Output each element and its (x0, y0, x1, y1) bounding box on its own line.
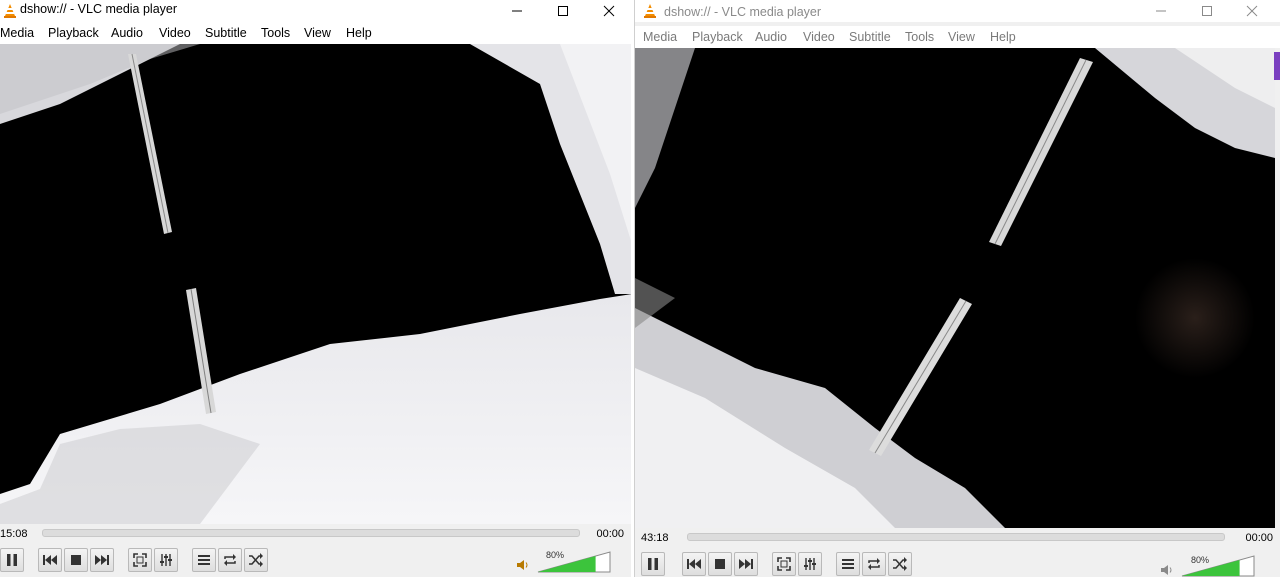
pause-icon (648, 558, 658, 570)
window-title: dshow:// - VLC media player (20, 2, 178, 16)
close-icon (603, 5, 615, 17)
next-button[interactable] (734, 552, 758, 576)
vlc-window-right: dshow:// - VLC media player Media Playba… (634, 0, 1280, 577)
next-button[interactable] (90, 548, 114, 572)
extended-settings-button[interactable] (798, 552, 822, 576)
loop-button[interactable] (218, 548, 242, 572)
previous-button[interactable] (38, 548, 62, 572)
menu-media[interactable]: Media (0, 26, 34, 40)
close-button[interactable] (1229, 0, 1275, 22)
menu-playback[interactable]: Playback (48, 26, 99, 40)
shuffle-icon (249, 553, 263, 567)
menu-audio[interactable]: Audio (755, 30, 787, 44)
fullscreen-button[interactable] (772, 552, 796, 576)
menu-media[interactable]: Media (643, 30, 677, 44)
menu-video[interactable]: Video (159, 26, 191, 40)
window-title: dshow:// - VLC media player (664, 5, 822, 19)
menu-bar: Media Playback Audio Video Subtitle Tool… (635, 26, 1280, 48)
menu-video[interactable]: Video (803, 30, 835, 44)
speaker-icon[interactable] (1160, 564, 1174, 576)
pause-button[interactable] (0, 548, 24, 572)
extended-settings-icon (160, 554, 172, 566)
menu-help[interactable]: Help (346, 26, 372, 40)
maximize-icon (558, 6, 568, 16)
volume-slider[interactable] (1181, 555, 1255, 577)
menu-help[interactable]: Help (990, 30, 1016, 44)
maximize-button[interactable] (540, 0, 586, 22)
previous-button[interactable] (682, 552, 706, 576)
remaining-time: 00:00 (596, 528, 624, 540)
speaker-icon[interactable] (516, 559, 530, 571)
maximize-icon (1202, 6, 1212, 16)
title-bar[interactable]: dshow:// - VLC media player (0, 0, 632, 22)
playlist-button[interactable] (836, 552, 860, 576)
vlc-cone-icon (4, 4, 16, 18)
pause-icon (7, 554, 17, 566)
shuffle-button[interactable] (888, 552, 912, 576)
minimize-icon (512, 10, 522, 12)
controls-bar: 80% (635, 547, 1280, 577)
seek-row: 15:08 00:00 (0, 524, 632, 544)
video-area[interactable] (635, 48, 1275, 528)
maximize-button[interactable] (1184, 0, 1230, 22)
vlc-cone-icon (644, 4, 656, 18)
elapsed-time: 43:18 (641, 532, 669, 544)
pause-button[interactable] (641, 552, 665, 576)
loop-icon (224, 554, 236, 566)
menu-tools[interactable]: Tools (261, 26, 290, 40)
seek-row: 43:18 00:00 (635, 528, 1280, 548)
stop-button[interactable] (708, 552, 732, 576)
shuffle-icon (893, 557, 907, 571)
vlc-window-left: dshow:// - VLC media player Media Playba… (0, 0, 633, 577)
playlist-button[interactable] (192, 548, 216, 572)
video-frame-image (0, 44, 632, 524)
extended-settings-icon (804, 558, 816, 570)
playlist-icon (198, 555, 210, 565)
fullscreen-icon (133, 553, 147, 567)
title-bar[interactable]: dshow:// - VLC media player (635, 0, 1280, 22)
seek-slider[interactable] (42, 529, 580, 537)
stop-icon (71, 555, 81, 565)
menu-bar: Media Playback Audio Video Subtitle Tool… (0, 22, 632, 44)
menu-audio[interactable]: Audio (111, 26, 143, 40)
fullscreen-icon (777, 557, 791, 571)
loop-icon (868, 558, 880, 570)
menu-tools[interactable]: Tools (905, 30, 934, 44)
remaining-time: 00:00 (1245, 532, 1273, 544)
minimize-button[interactable] (494, 0, 540, 22)
stop-icon (715, 559, 725, 569)
minimize-button[interactable] (1138, 0, 1184, 22)
playlist-icon (842, 559, 854, 569)
next-icon (739, 559, 753, 569)
video-frame-image (635, 48, 1275, 528)
menu-subtitle[interactable]: Subtitle (849, 30, 891, 44)
shuffle-button[interactable] (244, 548, 268, 572)
previous-icon (43, 555, 57, 565)
previous-icon (687, 559, 701, 569)
elapsed-time: 15:08 (0, 528, 28, 540)
close-button[interactable] (586, 0, 632, 22)
seek-slider[interactable] (687, 533, 1225, 541)
fullscreen-button[interactable] (128, 548, 152, 572)
menu-subtitle[interactable]: Subtitle (205, 26, 247, 40)
next-icon (95, 555, 109, 565)
menu-view[interactable]: View (304, 26, 331, 40)
loop-button[interactable] (862, 552, 886, 576)
minimize-icon (1156, 10, 1166, 12)
volume-slider[interactable] (537, 551, 611, 573)
close-icon (1246, 5, 1258, 17)
menu-view[interactable]: View (948, 30, 975, 44)
video-area[interactable] (0, 44, 632, 524)
desktop-app-edge (1274, 52, 1280, 80)
menu-playback[interactable]: Playback (692, 30, 743, 44)
extended-settings-button[interactable] (154, 548, 178, 572)
controls-bar: 80% (0, 543, 632, 577)
stop-button[interactable] (64, 548, 88, 572)
